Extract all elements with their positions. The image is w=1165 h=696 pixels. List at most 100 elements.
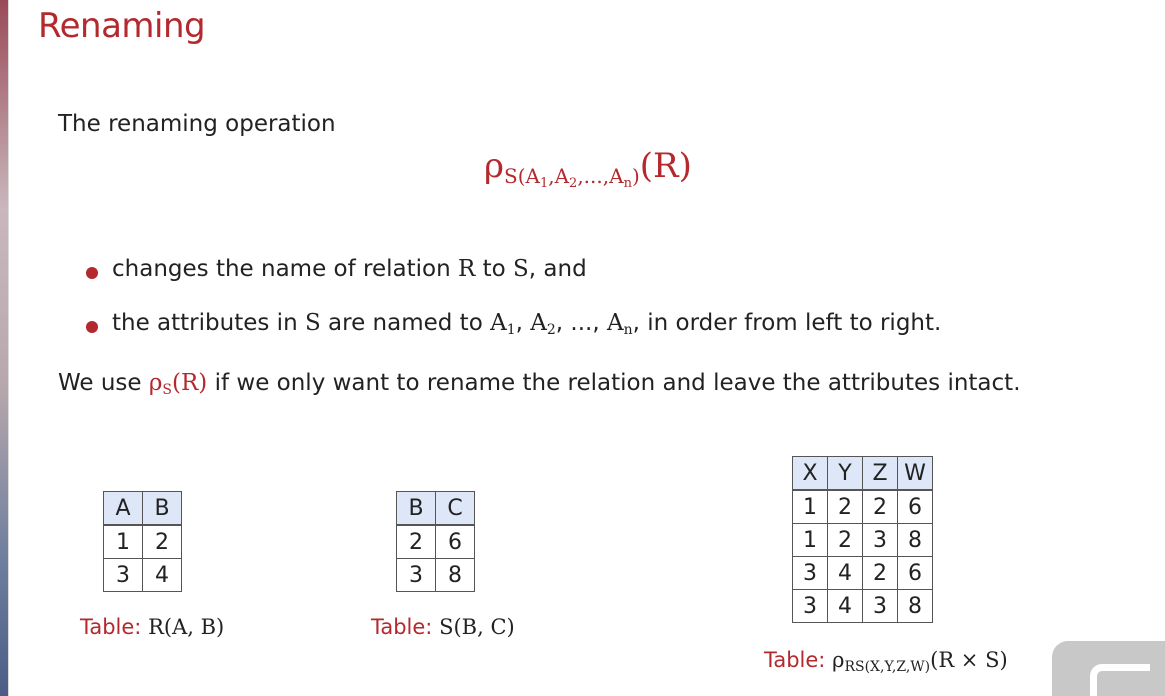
- formula-sub-s: S(A: [504, 164, 540, 188]
- caption-text: R(A, B): [148, 615, 225, 639]
- table-header-cell: C: [435, 491, 475, 526]
- caption-arg: (R × S): [930, 648, 1008, 672]
- table-cell: 2: [862, 489, 898, 524]
- relation-s: S: [513, 256, 529, 282]
- bullet-item-rename-attributes: the attributes in S are named to A1, A2,…: [82, 310, 941, 364]
- formula-rho: ρ: [484, 146, 504, 186]
- formula-sep2: ,...,A: [577, 164, 624, 188]
- table-cell: 4: [827, 556, 863, 590]
- attr-a1: A: [490, 310, 507, 336]
- table-header-row: A B: [103, 491, 182, 526]
- bullet-dot-icon: [86, 267, 98, 279]
- table-row: 2 6: [396, 524, 475, 559]
- table-cell: 2: [827, 523, 863, 557]
- table-cell: 1: [792, 523, 828, 557]
- table-cell: 3: [862, 523, 898, 557]
- table-row: 1 2: [103, 524, 182, 559]
- attr-a2-sub: 2: [546, 322, 556, 338]
- formula-subscript: S(A1,A2,...,An): [504, 164, 640, 191]
- caption-rho-sub: RS(X,Y,Z,W): [844, 659, 931, 675]
- table-header-cell: B: [142, 491, 182, 526]
- table-row: 1 2 2 6: [792, 489, 933, 524]
- table-row: 3 4 3 8: [792, 589, 933, 623]
- table-header-cell: Y: [827, 456, 863, 491]
- rename-formula: ρS(A1,A2,...,An)(R): [484, 146, 692, 191]
- bullet-item-rename-relation: changes the name of relation R to S, and: [82, 256, 941, 310]
- formula-sub-an: n: [623, 176, 632, 191]
- table-cell: 6: [897, 556, 933, 590]
- table-row: 3 8: [396, 558, 475, 592]
- table-header-row: X Y Z W: [792, 456, 933, 491]
- bullet-text: ,: [515, 310, 531, 336]
- note-pre: We use: [58, 370, 149, 396]
- table-row: 3 4 2 6: [792, 556, 933, 590]
- caption-label: Table:: [764, 648, 826, 672]
- bullet-dot-icon: [86, 321, 98, 333]
- note-rho: ρ: [148, 370, 163, 396]
- table-cell: 2: [396, 524, 436, 559]
- table-cell: 8: [897, 523, 933, 557]
- table-header-row: B C: [396, 491, 475, 526]
- left-edge-strip: [0, 0, 8, 696]
- bullet-text: , ...,: [555, 310, 607, 336]
- caption-label: Table:: [80, 615, 142, 639]
- table-header-cell: X: [792, 456, 828, 491]
- table-cell: 2: [862, 556, 898, 590]
- table-r-caption: Table: R(A, B): [80, 615, 224, 639]
- formula-argument: (R): [639, 146, 692, 186]
- table-cell: 8: [897, 589, 933, 623]
- bullet-text: , and: [528, 256, 587, 282]
- app-logo-icon: [1090, 664, 1150, 696]
- formula-sub-close: ): [631, 164, 640, 188]
- table-rs-caption: Table: ρRS(X,Y,Z,W)(R × S): [764, 648, 1008, 675]
- table-cell: 2: [142, 524, 182, 559]
- formula-sub-a1: 1: [539, 176, 549, 191]
- table-rs: X Y Z W 1 2 2 6 1 2 3 8 3 4 2 6 3 4 3 8: [792, 456, 933, 623]
- slide-title: Renaming: [38, 6, 206, 46]
- left-edge-divider: [8, 0, 9, 696]
- intro-text: The renaming operation: [58, 111, 336, 137]
- table-cell: 3: [792, 589, 828, 623]
- note-rho-sub: S: [162, 382, 173, 398]
- caption-text: S(B, C): [439, 615, 515, 639]
- table-header-cell: W: [897, 456, 933, 491]
- table-header-cell: A: [103, 491, 143, 526]
- caption-rho: ρ: [832, 648, 845, 672]
- table-cell: 1: [103, 524, 143, 559]
- table-cell: 6: [897, 489, 933, 524]
- table-cell: 1: [792, 489, 828, 524]
- table-header-cell: B: [396, 491, 436, 526]
- table-cell: 3: [103, 558, 143, 592]
- table-row: 3 4: [103, 558, 182, 592]
- table-r: A B 1 2 3 4: [103, 491, 182, 592]
- bullet-text: the attributes in: [112, 310, 305, 336]
- bullet-list: changes the name of relation R to S, and…: [82, 256, 941, 364]
- note-arg: (R): [172, 370, 208, 396]
- table-cell: 6: [435, 524, 475, 559]
- attr-a2: A: [530, 310, 547, 336]
- bullet-text: to: [475, 256, 514, 282]
- table-header-cell: Z: [862, 456, 898, 491]
- table-cell: 4: [142, 558, 182, 592]
- table-cell: 3: [862, 589, 898, 623]
- table-s: B C 2 6 3 8: [396, 491, 475, 592]
- note-post: if we only want to rename the relation a…: [207, 370, 1021, 396]
- table-cell: 3: [396, 558, 436, 592]
- note-text: We use ρS(R) if we only want to rename t…: [58, 370, 1021, 398]
- table-cell: 8: [435, 558, 475, 592]
- caption-label: Table:: [371, 615, 433, 639]
- bullet-text: are named to: [320, 310, 491, 336]
- formula-sep1: ,A: [548, 164, 570, 188]
- formula-sub-a2: 2: [569, 176, 578, 191]
- attr-an-sub: n: [623, 322, 633, 338]
- relation-r: R: [457, 256, 476, 282]
- table-row: 1 2 3 8: [792, 523, 933, 557]
- attr-a1-sub: 1: [506, 322, 516, 338]
- table-s-caption: Table: S(B, C): [371, 615, 515, 639]
- table-cell: 2: [827, 489, 863, 524]
- attr-an: A: [606, 310, 624, 336]
- table-cell: 4: [827, 589, 863, 623]
- bullet-text: changes the name of relation: [112, 256, 458, 282]
- bullet-text: , in order from left to right.: [632, 310, 942, 336]
- relation-s: S: [304, 310, 321, 336]
